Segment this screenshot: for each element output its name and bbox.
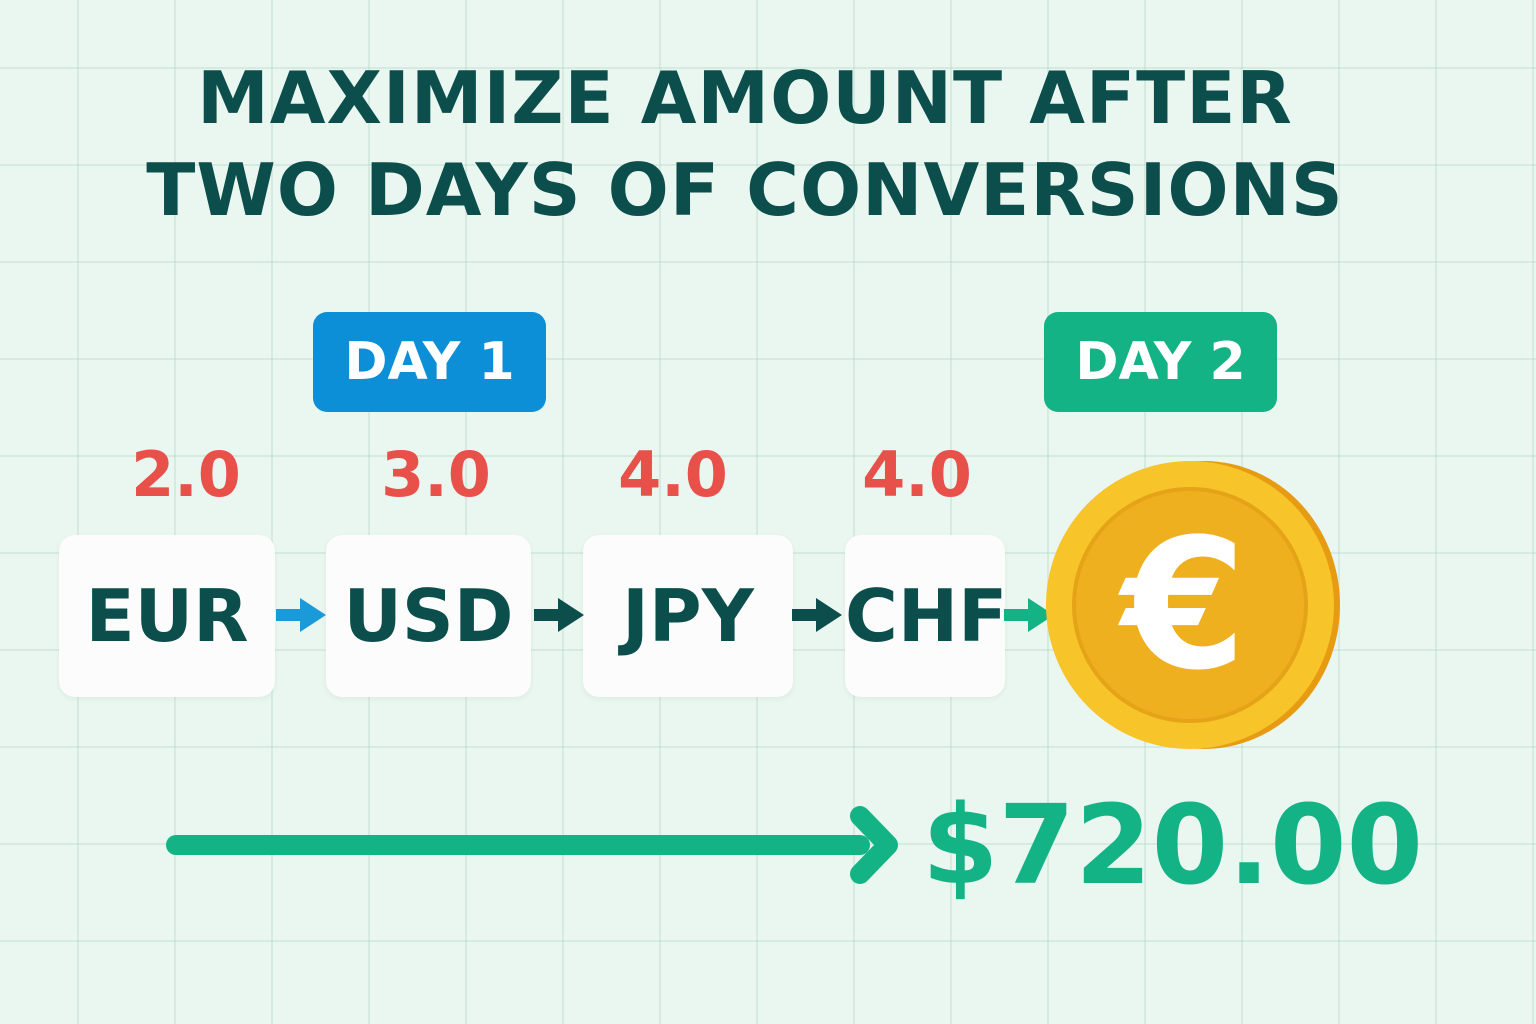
rate-chf: 4.0: [862, 438, 972, 511]
day-2-badge: DAY 2: [1044, 312, 1277, 412]
rate-usd: 3.0: [381, 438, 491, 511]
currency-chf: CHF: [845, 535, 1007, 697]
rate-jpy: 4.0: [618, 438, 728, 511]
right-arrow-icon: [276, 598, 326, 632]
coin-symbol: €: [1117, 501, 1246, 710]
currency-jpy: JPY: [583, 535, 793, 697]
total-amount: $720.00: [922, 781, 1424, 909]
title-line-2: TWO DAYS OF CONVERSIONS: [146, 148, 1344, 232]
day-1-badge: DAY 1: [313, 312, 546, 412]
rate-eur: 2.0: [131, 438, 241, 511]
right-arrow-icon: [792, 598, 842, 632]
page-title: MAXIMIZE AMOUNT AFTER TWO DAYS OF CONVER…: [0, 52, 1490, 236]
title-line-1: MAXIMIZE AMOUNT AFTER: [197, 56, 1293, 140]
currency-eur: EUR: [59, 535, 275, 697]
currency-usd: USD: [326, 535, 531, 697]
long-right-arrow-icon: [166, 806, 898, 884]
right-arrow-icon: [534, 598, 584, 632]
euro-coin-icon: €: [1046, 461, 1340, 749]
